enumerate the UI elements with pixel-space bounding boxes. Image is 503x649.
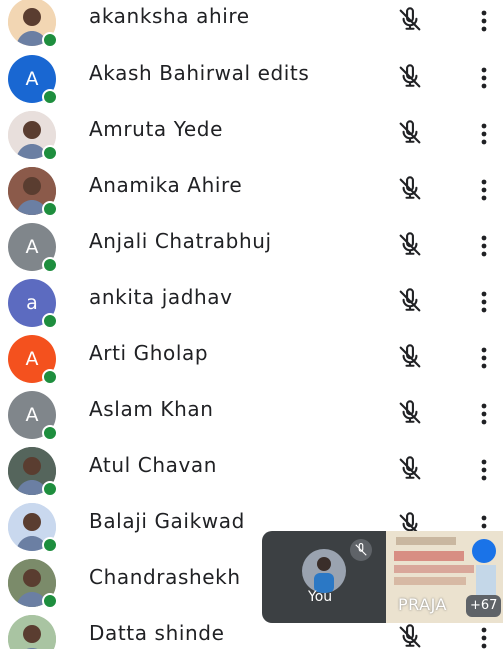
participant-name: Chandrashekh [89, 565, 241, 589]
participant-row[interactable]: A Arti Gholap [0, 331, 503, 387]
avatar [8, 167, 58, 217]
online-status-icon [42, 32, 58, 48]
avatar-image [8, 615, 56, 649]
participant-name: akanksha ahire [89, 4, 250, 28]
avatar-initial: a [26, 292, 38, 314]
mic-off-icon[interactable] [396, 231, 424, 259]
others-count-badge[interactable]: +67 [466, 595, 502, 617]
participant-row[interactable]: A Anjali Chatrabhuj [0, 219, 503, 275]
participant-name: Arti Gholap [89, 341, 209, 365]
online-status-icon [42, 537, 58, 553]
mic-off-icon[interactable] [396, 175, 424, 203]
participant-name: Balaji Gaikwad [89, 509, 245, 533]
online-status-icon [42, 145, 58, 161]
more-vert-icon[interactable] [474, 233, 494, 259]
avatar: A [8, 335, 58, 385]
participant-row[interactable]: Anamika Ahire [0, 163, 503, 219]
participant-row[interactable]: A Aslam Khan [0, 387, 503, 443]
self-muted-icon [350, 539, 372, 561]
online-status-icon [42, 593, 58, 609]
participant-row[interactable]: A Akash Bahirwal edits [0, 51, 503, 107]
participant-row[interactable]: Amruta Yede [0, 107, 503, 163]
participant-row[interactable]: akanksha ahire [0, 0, 503, 50]
mic-off-icon[interactable] [396, 343, 424, 371]
more-vert-icon[interactable] [474, 289, 494, 315]
online-status-icon [42, 313, 58, 329]
avatar: A [8, 223, 58, 273]
participant-name: Datta shinde [89, 621, 225, 645]
participant-name: ankita jadhav [89, 285, 233, 309]
participant-row[interactable]: Atul Chavan [0, 443, 503, 499]
avatar [8, 0, 58, 48]
avatar-initial: A [25, 404, 39, 426]
more-vert-icon[interactable] [474, 121, 494, 147]
self-avatar [302, 549, 346, 593]
more-vert-icon[interactable] [474, 177, 494, 203]
avatar [8, 615, 56, 649]
avatar-initial: A [25, 236, 39, 258]
participant-name: Anamika Ahire [89, 173, 243, 197]
mic-off-icon[interactable] [396, 119, 424, 147]
online-status-icon [42, 369, 58, 385]
online-status-icon [42, 257, 58, 273]
participant-name: Aslam Khan [89, 397, 214, 421]
participant-name: Amruta Yede [89, 117, 223, 141]
self-preview-tile[interactable]: You PRAJA +67 [262, 531, 503, 623]
screen-share-preview[interactable]: PRAJA +67 [386, 531, 503, 623]
participant-row[interactable]: a ankita jadhav [0, 275, 503, 331]
avatar: A [8, 55, 58, 105]
avatar: A [8, 391, 58, 441]
more-vert-icon[interactable] [474, 8, 494, 34]
mic-off-icon[interactable] [396, 6, 424, 34]
avatar [8, 503, 58, 553]
more-vert-icon[interactable] [474, 401, 494, 427]
audio-level-icon [472, 539, 496, 563]
avatar-initial: A [25, 68, 39, 90]
avatar [8, 447, 58, 497]
online-status-icon [42, 481, 58, 497]
mic-off-icon[interactable] [396, 63, 424, 91]
self-label: You [308, 589, 333, 605]
avatar [8, 111, 58, 161]
avatar [8, 559, 58, 609]
more-vert-icon[interactable] [474, 457, 494, 483]
screen-share-title: PRAJA [398, 595, 447, 614]
online-status-icon [42, 425, 58, 441]
more-vert-icon[interactable] [474, 625, 494, 649]
mic-off-icon[interactable] [396, 399, 424, 427]
online-status-icon [42, 201, 58, 217]
participant-name: Anjali Chatrabhuj [89, 229, 272, 253]
mic-off-icon[interactable] [396, 287, 424, 315]
mic-off-icon[interactable] [396, 455, 424, 483]
participant-name: Akash Bahirwal edits [89, 61, 310, 85]
avatar: a [8, 279, 58, 329]
more-vert-icon[interactable] [474, 65, 494, 91]
avatar-initial: A [25, 348, 39, 370]
participant-name: Atul Chavan [89, 453, 218, 477]
mic-off-icon[interactable] [396, 623, 424, 649]
more-vert-icon[interactable] [474, 345, 494, 371]
online-status-icon [42, 89, 58, 105]
